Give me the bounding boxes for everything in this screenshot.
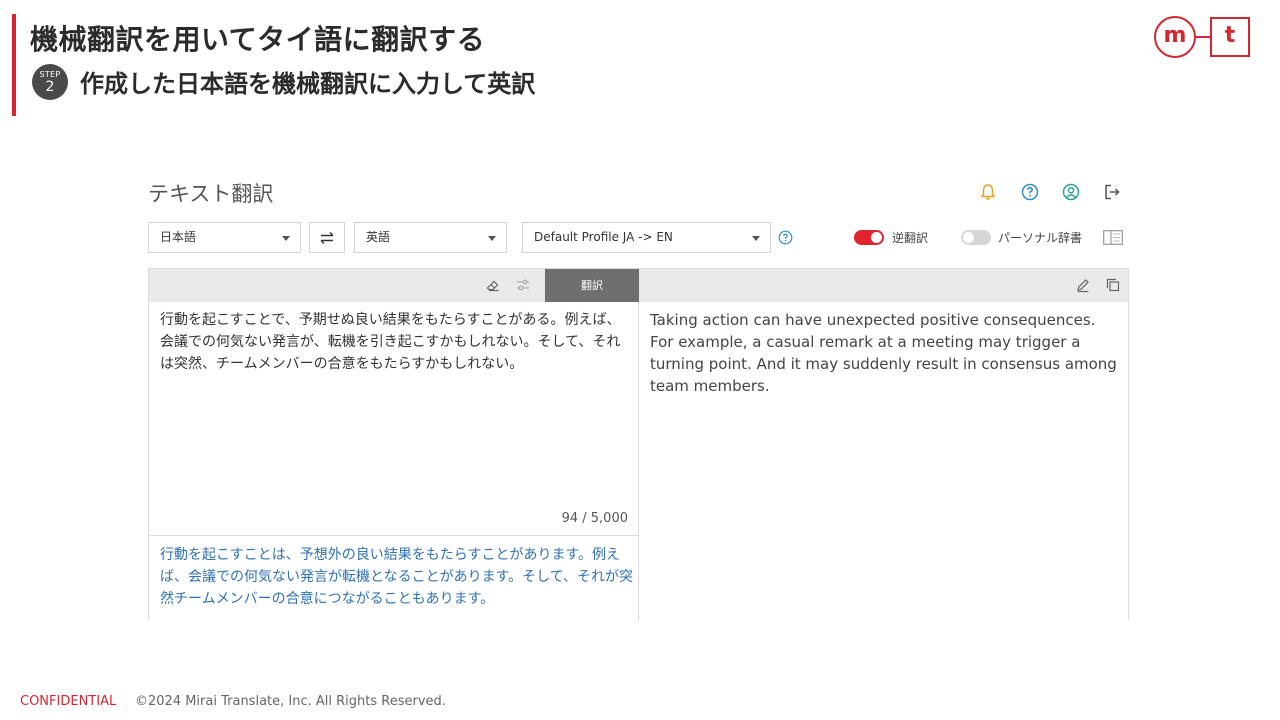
chevron-down-icon <box>488 236 496 241</box>
target-toolbar <box>639 269 1128 302</box>
logo-letter-m: m <box>1163 23 1187 48</box>
edit-icon[interactable] <box>1075 277 1091 293</box>
copyright-notice: ©2024 Mirai Translate, Inc. All Rights R… <box>135 694 446 709</box>
settings-sliders-icon[interactable] <box>515 277 531 293</box>
source-language-value: 日本語 <box>160 230 197 244</box>
copy-icon[interactable] <box>1105 277 1121 293</box>
logo-letter-t: t <box>1224 23 1236 48</box>
translation-output[interactable]: Taking action can have unexpected positi… <box>650 309 1120 397</box>
account-icon[interactable] <box>1059 180 1083 204</box>
personal-dictionary-label: パーソナル辞書 <box>998 231 1083 245</box>
chevron-down-icon <box>282 236 290 241</box>
toggle-knob <box>963 232 974 243</box>
personal-dictionary-toggle[interactable] <box>961 230 991 245</box>
target-language-select[interactable]: 英語 <box>354 222 507 253</box>
eraser-icon[interactable] <box>485 277 501 293</box>
logo-connector <box>1196 36 1210 38</box>
help-circle-icon[interactable] <box>1018 180 1042 204</box>
step-number: 2 <box>45 79 55 95</box>
back-translation-text: 行動を起こすことは、予想外の良い結果をもたらすことがあります。例えば、会議での何… <box>160 547 634 607</box>
profile-help-icon[interactable] <box>778 230 793 245</box>
split-view-icon[interactable] <box>1103 230 1123 245</box>
accent-bar <box>12 14 16 116</box>
profile-select[interactable]: Default Profile JA -> EN <box>522 222 771 253</box>
back-translation-panel: 行動を起こすことは、予想外の良い結果をもたらすことがあります。例えば、会議での何… <box>149 535 639 621</box>
source-text-input[interactable]: 行動を起こすことで、予期せぬ良い結果をもたらすことがある。例えば、会議での何気な… <box>160 309 634 375</box>
profile-value: Default Profile JA -> EN <box>534 230 673 244</box>
character-count: 94 / 5,000 <box>561 511 628 526</box>
chevron-down-icon <box>752 236 760 241</box>
logout-icon[interactable] <box>1100 180 1124 204</box>
step-label: STEP <box>39 70 61 79</box>
toggle-knob <box>871 232 882 243</box>
slide-subtitle: 作成した日本語を機械翻訳に入力して英訳 <box>80 70 536 98</box>
source-language-select[interactable]: 日本語 <box>148 222 301 253</box>
back-translation-label: 逆翻訳 <box>892 231 929 245</box>
bell-icon[interactable] <box>976 180 1000 204</box>
app-title: テキスト翻訳 <box>148 182 274 206</box>
swap-languages-button[interactable] <box>309 222 345 253</box>
translate-button[interactable]: 翻訳 <box>545 269 639 302</box>
swap-icon <box>320 231 334 244</box>
confidential-label: CONFIDENTIAL <box>20 694 117 709</box>
step-badge: STEP 2 <box>32 64 68 100</box>
target-language-value: 英語 <box>366 230 391 244</box>
source-toolbar: 翻訳 <box>149 269 639 302</box>
company-logo: m t <box>1152 14 1252 60</box>
slide-title: 機械翻訳を用いてタイ語に翻訳する <box>30 23 486 56</box>
back-translation-toggle[interactable] <box>854 230 884 245</box>
translation-panels: 翻訳 行動を起こすことで、予期せぬ良い結果をもたらすことがある。例えば、会議での… <box>148 268 1129 621</box>
